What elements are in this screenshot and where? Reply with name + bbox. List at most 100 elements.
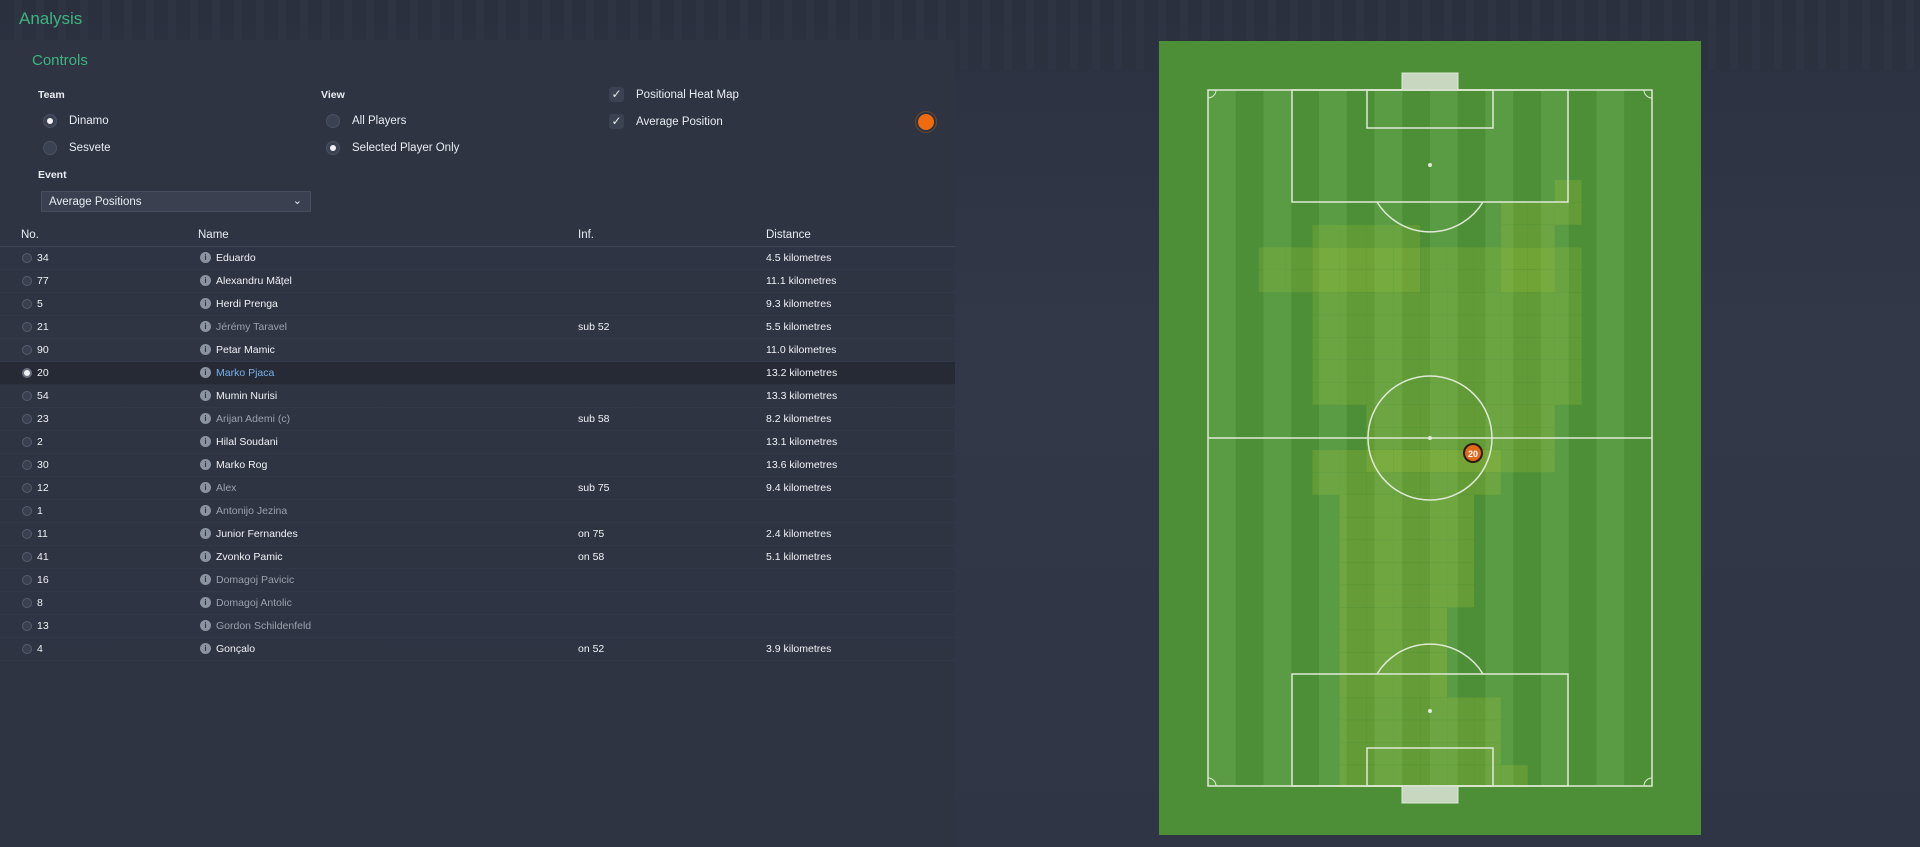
player-name[interactable]: Herdi Prenga bbox=[216, 298, 278, 310]
row-select-radio[interactable] bbox=[22, 253, 32, 263]
table-row[interactable]: 20 i Marko Pjaca 13.2 kilometres bbox=[0, 362, 955, 385]
info-icon[interactable]: i bbox=[200, 298, 211, 309]
table-row[interactable]: 90 i Petar Mamic 11.0 kilometres bbox=[0, 339, 955, 362]
info-icon[interactable]: i bbox=[200, 390, 211, 401]
radio-button[interactable] bbox=[43, 141, 57, 155]
table-row[interactable]: 16 i Domagoj Pavicic bbox=[0, 569, 955, 592]
table-row[interactable]: 54 i Mumin Nurisi 13.3 kilometres bbox=[0, 385, 955, 408]
player-name[interactable]: Mumin Nurisi bbox=[216, 390, 277, 402]
view-option-all-players[interactable]: All Players bbox=[326, 114, 406, 128]
player-number: 4 bbox=[37, 643, 43, 655]
table-row[interactable]: 13 i Gordon Schildenfeld bbox=[0, 615, 955, 638]
row-select-radio[interactable] bbox=[22, 345, 32, 355]
table-row[interactable]: 12 i Alex sub 75 9.4 kilometres bbox=[0, 477, 955, 500]
row-select-radio[interactable] bbox=[22, 391, 32, 401]
player-name[interactable]: Junior Fernandes bbox=[216, 528, 298, 540]
player-name[interactable]: Eduardo bbox=[216, 252, 256, 264]
player-name[interactable]: Alex bbox=[216, 482, 236, 494]
info-icon[interactable]: i bbox=[200, 252, 211, 263]
player-name[interactable]: Marko Pjaca bbox=[216, 367, 274, 379]
info-icon[interactable]: i bbox=[200, 344, 211, 355]
row-select-radio[interactable] bbox=[22, 575, 32, 585]
row-select-radio[interactable] bbox=[22, 621, 32, 631]
row-select-radio[interactable] bbox=[22, 552, 32, 562]
table-row[interactable]: 5 i Herdi Prenga 9.3 kilometres bbox=[0, 293, 955, 316]
info-icon[interactable]: i bbox=[200, 597, 211, 608]
table-row[interactable]: 34 i Eduardo 4.5 kilometres bbox=[0, 247, 955, 270]
heat-cell bbox=[1447, 562, 1474, 585]
view-option-selected-player[interactable]: Selected Player Only bbox=[326, 141, 459, 155]
row-select-radio[interactable] bbox=[22, 483, 32, 493]
column-header-name[interactable]: Name bbox=[198, 229, 229, 241]
player-name[interactable]: Antonijo Jezina bbox=[216, 505, 287, 517]
info-icon[interactable]: i bbox=[200, 482, 211, 493]
info-icon[interactable]: i bbox=[200, 436, 211, 447]
table-row[interactable]: 2 i Hilal Soudani 13.1 kilometres bbox=[0, 431, 955, 454]
player-name[interactable]: Petar Mamic bbox=[216, 344, 275, 356]
row-select-radio[interactable] bbox=[22, 437, 32, 447]
info-icon[interactable]: i bbox=[200, 459, 211, 470]
table-row[interactable]: 21 i Jérémy Taravel sub 52 5.5 kilometres bbox=[0, 316, 955, 339]
row-select-radio[interactable] bbox=[22, 276, 32, 286]
radio-button[interactable] bbox=[326, 141, 340, 155]
table-row[interactable]: 11 i Junior Fernandes on 75 2.4 kilometres bbox=[0, 523, 955, 546]
positional-heat-map-checkbox[interactable]: ✓ Positional Heat Map bbox=[609, 87, 739, 102]
radio-button[interactable] bbox=[326, 114, 340, 128]
column-header-inf[interactable]: Inf. bbox=[578, 229, 594, 241]
player-name[interactable]: Jérémy Taravel bbox=[216, 321, 287, 333]
page-title: Analysis bbox=[19, 9, 83, 28]
radio-button[interactable] bbox=[43, 114, 57, 128]
player-name[interactable]: Gonçalo bbox=[216, 643, 255, 655]
info-icon[interactable]: i bbox=[200, 275, 211, 286]
table-row[interactable]: 4 i Gonçalo on 52 3.9 kilometres bbox=[0, 638, 955, 661]
checkmark-icon[interactable]: ✓ bbox=[609, 87, 624, 102]
info-icon[interactable]: i bbox=[200, 574, 211, 585]
player-name[interactable]: Domagoj Antolic bbox=[216, 597, 292, 609]
player-name[interactable]: Alexandru Mățel bbox=[216, 275, 292, 287]
row-select-radio[interactable] bbox=[22, 299, 32, 309]
player-name[interactable]: Arijan Ademi (c) bbox=[216, 413, 290, 425]
team-option-dinamo[interactable]: Dinamo bbox=[43, 114, 109, 128]
row-select-radio[interactable] bbox=[22, 322, 32, 332]
table-row[interactable]: 41 i Zvonko Pamic on 58 5.1 kilometres bbox=[0, 546, 955, 569]
checkmark-icon[interactable]: ✓ bbox=[609, 114, 624, 129]
row-select-radio[interactable] bbox=[22, 368, 32, 378]
player-name[interactable]: Gordon Schildenfeld bbox=[216, 620, 311, 632]
table-row[interactable]: 30 i Marko Rog 13.6 kilometres bbox=[0, 454, 955, 477]
table-row[interactable]: 1 i Antonijo Jezina bbox=[0, 500, 955, 523]
row-select-radio[interactable] bbox=[22, 460, 32, 470]
info-icon[interactable]: i bbox=[200, 505, 211, 516]
column-header-distance[interactable]: Distance bbox=[766, 229, 811, 241]
row-select-radio[interactable] bbox=[22, 598, 32, 608]
team-label: Team bbox=[38, 89, 65, 101]
player-name[interactable]: Hilal Soudani bbox=[216, 436, 278, 448]
player-name[interactable]: Zvonko Pamic bbox=[216, 551, 283, 563]
pitch-heat-map: 20 bbox=[1159, 41, 1701, 835]
column-header-no[interactable]: No. bbox=[21, 229, 39, 241]
info-icon[interactable]: i bbox=[200, 620, 211, 631]
info-icon[interactable]: i bbox=[200, 528, 211, 539]
table-row[interactable]: 8 i Domagoj Antolic bbox=[0, 592, 955, 615]
info-icon[interactable]: i bbox=[200, 321, 211, 332]
team-option-sesvete[interactable]: Sesvete bbox=[43, 141, 111, 155]
row-select-radio[interactable] bbox=[22, 414, 32, 424]
event-dropdown[interactable]: Average Positions ⌄ bbox=[41, 191, 311, 212]
heat-cell bbox=[1393, 315, 1421, 338]
info-icon[interactable]: i bbox=[200, 643, 211, 654]
player-name[interactable]: Marko Rog bbox=[216, 459, 267, 471]
average-position-color-swatch[interactable] bbox=[918, 114, 934, 130]
average-position-checkbox[interactable]: ✓ Average Position bbox=[609, 114, 723, 129]
player-name[interactable]: Domagoj Pavicic bbox=[216, 574, 294, 586]
player-table: 34 i Eduardo 4.5 kilometres 77 i Alexandru Măț… bbox=[0, 247, 955, 661]
info-icon[interactable]: i bbox=[200, 551, 211, 562]
table-row[interactable]: 77 i Alexandru Mățel 11.1 kilometres bbox=[0, 270, 955, 293]
top-goal bbox=[1401, 72, 1459, 91]
info-icon[interactable]: i bbox=[200, 367, 211, 378]
row-select-radio[interactable] bbox=[22, 644, 32, 654]
info-icon[interactable]: i bbox=[200, 413, 211, 424]
row-select-radio[interactable] bbox=[22, 506, 32, 516]
row-select-radio[interactable] bbox=[22, 529, 32, 539]
heat-cell bbox=[1554, 382, 1582, 405]
table-row[interactable]: 23 i Arijan Ademi (c) sub 58 8.2 kilometres bbox=[0, 408, 955, 431]
heat-cell bbox=[1393, 517, 1421, 540]
